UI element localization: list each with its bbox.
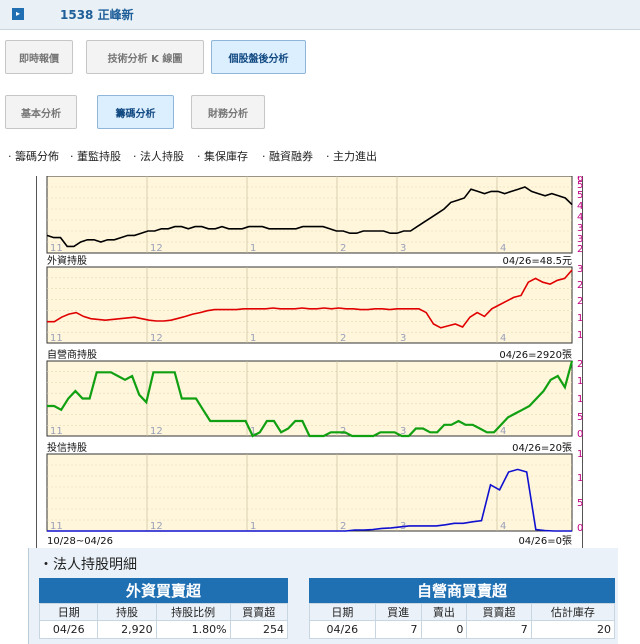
arrow-right-icon: ▸: [12, 8, 24, 20]
dealer-label: 自營商持股: [47, 348, 97, 361]
month-label: 4: [500, 333, 506, 344]
dealer-panel-table: 自營商買賣超 日期 買進 賣出 買賣超 估計庫存 04/26 7 0 7 20: [309, 578, 616, 639]
month-label: 4: [500, 243, 506, 254]
month-label: 3: [400, 243, 406, 254]
price-tick-45: 45: [577, 201, 584, 212]
stock-title: 1538 正峰新: [60, 8, 134, 22]
foreign-panel-table: 外資買賣超 日期 持股 持股比例 買賣超 04/26 2,920 1.80% 2…: [38, 578, 289, 639]
tab-financial-analysis[interactable]: 財務分析: [191, 95, 265, 129]
tab-technical-analysis[interactable]: 技術分析 K 線圖: [86, 40, 204, 74]
chart-frame: 11121234 60 55 50 45 40 35 30 25 外資持股 04…: [36, 173, 602, 548]
sub-nav-custody-inventory[interactable]: · 集保庫存: [197, 148, 248, 164]
dealer-tick-5: 5: [577, 412, 583, 423]
price-tick-25: 25: [577, 244, 584, 255]
dealer-tick-20: 20: [577, 359, 584, 370]
title-bar: ▸ 1538 正峰新: [0, 0, 640, 30]
table-row: 04/26 2,920 1.80% 254: [38, 620, 289, 639]
tab-chip-analysis[interactable]: 籌碼分析: [97, 95, 174, 129]
foreign-col-holding: 持股: [97, 603, 157, 621]
dealer-tick-0: 0: [577, 429, 583, 440]
sub-nav-margin-trading[interactable]: · 融資融券: [262, 148, 313, 164]
foreign-label: 外資持股: [47, 254, 87, 267]
trust-panel: 11121234 150 100 50 0: [46, 449, 596, 534]
dealer-value-label: 04/26=2920張: [499, 349, 572, 361]
foreign-col-date: 日期: [38, 603, 99, 621]
dealer-panel-title: 自營商買賣超: [309, 578, 615, 603]
dealer-table: 日期 買進 賣出 買賣超 估計庫存 04/26 7 0 7 20: [309, 603, 616, 639]
foreign-tick-2000: 2000: [577, 296, 584, 307]
sub-nav-director-holdings[interactable]: · 董監持股: [70, 148, 121, 164]
foreign-panel: 11121234 3000 2500 2000 1500 1000: [46, 264, 602, 344]
foreign-tick-2500: 2500: [577, 280, 584, 291]
sub-nav: · 籌碼分佈 · 董監持股 · 法人持股 · 集保庫存 · 融資融券 · 主力進…: [0, 148, 640, 166]
foreign-value-label: 04/26=48.5元: [503, 256, 572, 267]
dealer-panel: 11121234 20 15 10 5 0: [46, 359, 590, 440]
month-label: 2: [340, 243, 346, 254]
month-label: 2: [340, 333, 346, 344]
month-label: 3: [400, 333, 406, 344]
table-row: 04/26 7 0 7 20: [309, 620, 616, 639]
month-label: 4: [500, 426, 506, 437]
price-tick-40: 40: [577, 212, 584, 223]
price-tick-35: 35: [577, 223, 584, 234]
date-range-label: 10/28~04/26: [47, 536, 113, 547]
month-label: 12: [150, 426, 163, 437]
month-label: 1: [250, 333, 256, 344]
foreign-tick-1500: 1500: [577, 313, 584, 324]
foreign-col-ratio: 持股比例: [155, 603, 231, 621]
institutional-detail: ・法人持股明細 外資買賣超 日期 持股 持股比例 買賣超 04/26 2,920…: [28, 548, 618, 644]
tab-basic-analysis[interactable]: 基本分析: [5, 95, 77, 129]
sub-nav-institutional-holdings[interactable]: · 法人持股: [133, 148, 184, 164]
sub-nav-main-force[interactable]: · 主力進出: [326, 148, 377, 164]
institutional-chart: 11121234 60 55 50 45 40 35 30 25 外資持股 04…: [46, 173, 602, 547]
foreign-tick-3000: 3000: [577, 264, 584, 275]
sub-nav-chip-distribution[interactable]: · 籌碼分佈: [8, 148, 59, 164]
month-label: 12: [150, 333, 163, 344]
dealer-col-sell: 賣出: [420, 603, 468, 621]
tab-after-hours-analysis[interactable]: 個股盤後分析: [211, 40, 306, 74]
trust-tick-50: 50: [577, 498, 584, 509]
trust-value-label: 04/26=20張: [512, 442, 572, 454]
foreign-table: 日期 持股 持股比例 買賣超 04/26 2,920 1.80% 254: [38, 603, 289, 639]
dealer-col-net: 買賣超: [466, 603, 532, 621]
dealer-col-buy: 買進: [374, 603, 422, 621]
foreign-panel-title: 外資買賣超: [39, 578, 288, 603]
trust-tick-0: 0: [577, 523, 583, 534]
month-label: 11: [50, 333, 63, 344]
month-label: 12: [150, 243, 163, 254]
month-label: 11: [50, 426, 63, 437]
dealer-tick-15: 15: [577, 376, 584, 387]
trust-tick-100: 100: [577, 473, 584, 484]
foreign-tick-1000: 1000: [577, 330, 584, 341]
price-tick-50: 50: [577, 190, 584, 201]
foreign-col-net: 買賣超: [229, 603, 289, 621]
trust-tick-150: 150: [577, 449, 584, 460]
price-panel: 11121234 60 55 50 45 40 35 30 25: [46, 173, 590, 255]
tab-realtime-quote[interactable]: 即時報價: [5, 40, 73, 74]
month-label: 4: [500, 521, 506, 532]
detail-title: ・法人持股明細: [39, 557, 137, 573]
dealer-col-inventory: 估計庫存: [530, 603, 616, 621]
dealer-col-date: 日期: [309, 603, 376, 621]
trust-label: 投信持股: [47, 441, 87, 454]
month-label: 1: [250, 243, 256, 254]
trust-end-label: 04/26=0張: [518, 535, 572, 547]
month-label: 11: [50, 243, 63, 254]
dealer-tick-10: 10: [577, 394, 584, 405]
